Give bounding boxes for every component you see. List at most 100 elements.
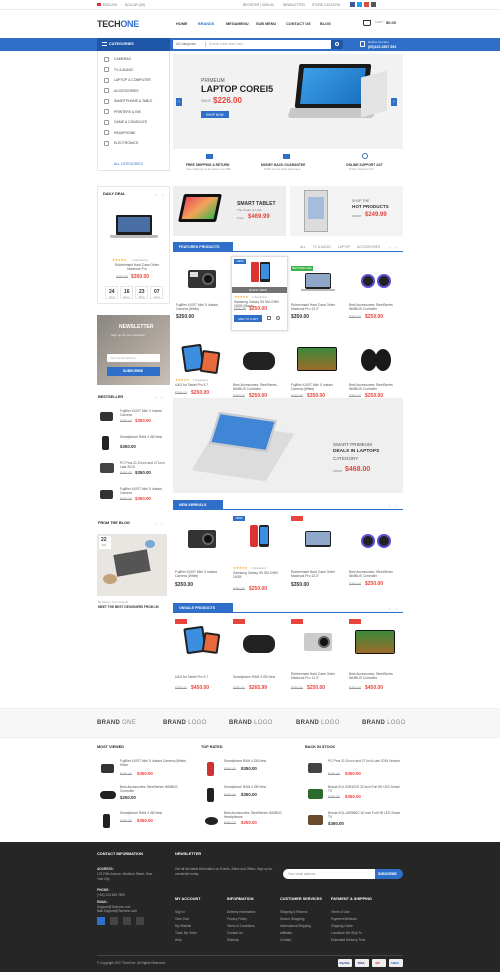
product-name[interactable]: Fujifilm X100T Mini X Instant Camera (Wh… [291, 383, 344, 391]
footer-link[interactable]: Track My Order [175, 931, 197, 936]
tab-all[interactable]: ALL [300, 245, 306, 250]
category-item[interactable]: PRINTERS & INK [98, 107, 171, 118]
footer-link[interactable]: Terms & Conditions [227, 924, 255, 929]
blog-next[interactable]: › [161, 521, 162, 526]
deals-banner[interactable]: SMART PRIMEUM DEALS IN LAPTOPS CATEGORY … [173, 398, 403, 493]
onsale-next[interactable]: › [396, 606, 397, 611]
register-link[interactable]: REGISTER | SIGN IN [243, 3, 274, 8]
product-name[interactable]: Rubbermaid Hard Case Order Macbook Pro 1… [291, 570, 344, 578]
product-card[interactable]: Rubbermaid Hard Case Order Macbook Pro 1… [289, 514, 346, 600]
bestseller-item[interactable]: Smartphone RAM 4 GB New $350.00 [97, 433, 170, 457]
logo[interactable]: TECHONE [97, 19, 139, 29]
footer-link[interactable]: Sitemap [227, 938, 239, 943]
bestseller-prev[interactable]: ‹ [155, 395, 156, 400]
slider-prev-arrow[interactable]: ‹ [176, 98, 182, 106]
product-name[interactable]: Best Accessories: SteelSeries NIMBUS Con… [233, 383, 286, 391]
category-item[interactable]: ELECTRONICS [98, 138, 171, 149]
nav-blog[interactable]: BLOG [320, 22, 331, 27]
footer-link[interactable]: Contact Us [227, 931, 243, 936]
product-card[interactable]: Best Accessories: SteelSeries NIMBUS Con… [347, 256, 404, 331]
product-name[interactable]: Best Accessories: SteelSeries NIMBUS Con… [349, 672, 402, 680]
facebook-icon[interactable] [110, 917, 118, 925]
product-card[interactable]: Best Accessories: SteelSeries NIMBUS Con… [347, 617, 404, 695]
footer-link[interactable]: Shipping & Returns [280, 910, 307, 915]
brand-logo[interactable]: BRAND LOGO [163, 720, 207, 726]
instagram-icon[interactable] [371, 2, 376, 7]
blog-title[interactable]: MEET THE BEST DESIGNERS FROM UK [98, 605, 159, 610]
nav-megamenu[interactable]: MEGAMENU [226, 22, 249, 27]
tab-tv-audio[interactable]: TV & AUDIO [313, 245, 331, 250]
google-icon[interactable] [364, 2, 369, 7]
category-item[interactable]: CAMERAS [98, 54, 171, 65]
facebook-icon[interactable] [350, 2, 355, 7]
onsale-prev[interactable]: ‹ [389, 606, 390, 611]
list-item[interactable]: Bravia KDL-40R550C 40 inch Full HD LED S… [305, 811, 403, 835]
category-item[interactable]: TV & AUDIO [98, 65, 171, 76]
search-category-select[interactable]: All Categories [176, 42, 196, 47]
item-name[interactable]: Fujifilm X100T Mini X Instant Camera [120, 409, 168, 417]
twitter-icon[interactable] [97, 917, 105, 925]
store-location-link[interactable]: STORE LOCATION [312, 3, 340, 8]
cart-icon[interactable] [363, 20, 371, 26]
deal-prev-arrow[interactable]: ‹ [156, 192, 157, 197]
twitter-icon[interactable] [357, 2, 362, 7]
category-item[interactable]: LAPTOP & COMPUTER [98, 75, 171, 86]
product-name[interactable]: Fujifilm X100T Mini X Instant Camera (Wh… [175, 570, 228, 578]
featured-next-arrow[interactable]: › [396, 245, 397, 250]
shop-now-button[interactable]: SHOP NOW [201, 111, 229, 118]
footer-link[interactable]: International Shipping [280, 924, 311, 929]
category-item[interactable]: HEADPHONE [98, 128, 171, 139]
nav-submenu[interactable]: SUB MENU [256, 22, 276, 27]
product-card[interactable]: NEW ★★★★★ 1 Review(s) Samsung Galaxy S5 … [231, 514, 288, 600]
list-item[interactable]: Smartphone RAM 4 GB New $450.00 $350.00 [201, 759, 296, 783]
add-to-cart-button[interactable]: ADD TO CART [234, 315, 262, 322]
wishlist-icon[interactable] [276, 316, 280, 320]
list-item[interactable]: Best Accessories: SteelSeries NIMBUS Con… [97, 785, 192, 809]
product-name[interactable]: Smartphone RAM 4 GB New [233, 675, 286, 679]
cart-total[interactable]: $0.00 [386, 20, 396, 25]
bestseller-item[interactable]: PC Pros 21.5 inch and 27 inch Late 2015 … [97, 459, 170, 483]
cart-label[interactable]: CART [375, 20, 383, 25]
deal-product-name[interactable]: Rubbermaid Hard Case Order Macbook Pro [108, 263, 166, 271]
promo-hot-banner[interactable]: SHOP THE HOT PRODUCTS FROM $249.99 [290, 186, 403, 236]
product-name[interactable]: UAG for Tablet Pro 9.7 [175, 383, 228, 387]
email-text-2[interactable]: Mail.Support@Techone.com [97, 909, 137, 914]
brand-logo[interactable]: BRAND LOGO [362, 720, 406, 726]
product-card[interactable]: Fujifilm X100T Mini X Instant Camera (Wh… [173, 514, 230, 600]
item-name[interactable]: Fujifilm X100T Mini X Instant Camera [120, 487, 168, 495]
product-card[interactable]: UAG for Tablet Pro 9.7 $750.00 $450.00 [173, 617, 230, 695]
search-button[interactable] [331, 40, 343, 49]
list-item[interactable]: Fujifilm X100T Mini X Instant Camera (Wh… [97, 759, 192, 783]
language-select[interactable]: ENGLISH [103, 3, 117, 8]
brand-logo[interactable]: BRAND LOGO [296, 720, 340, 726]
footer-link[interactable]: Terms of Use [331, 910, 350, 915]
search-input[interactable]: Search entire store here... [209, 42, 246, 47]
list-item[interactable]: Smartphone RAM 4 GB New $450.00 $350.00 [97, 811, 192, 835]
footer-link[interactable]: Shipping Guide [331, 924, 353, 929]
categories-toggle[interactable]: CATEGORIES [97, 38, 170, 51]
deal-next-arrow[interactable]: › [162, 192, 163, 197]
list-item[interactable]: PC Pros 21.5 inch and 27 inch Late 2015 … [305, 759, 403, 783]
footer-link[interactable]: Estimated Delivery Time [331, 938, 365, 943]
category-item[interactable]: SMARTPHONE & TABLE [98, 96, 171, 107]
footer-email-input[interactable]: Your email address [283, 869, 378, 879]
footer-link[interactable]: Secure Shopping [280, 917, 304, 922]
product-name[interactable]: Best Accessories: SteelSeries NIMBUS Con… [349, 570, 402, 578]
product-name[interactable]: UAG for Tablet Pro 9.7 [175, 675, 228, 679]
nav-home[interactable]: HOME [176, 22, 187, 27]
footer-link[interactable]: Delivery Information [227, 910, 255, 915]
tab-accessories[interactable]: ACCESSORIES [357, 245, 380, 250]
list-item[interactable]: Best Accessories: SteelSeries NIMBUS Hea… [201, 811, 296, 835]
product-card[interactable]: Best Accessories: SteelSeries NIMBUS Con… [347, 514, 404, 600]
newsletter-link[interactable]: NEWSLETTER [283, 3, 305, 8]
tab-laptop[interactable]: LAPTOP [338, 245, 351, 250]
slider-next-arrow[interactable]: › [391, 98, 397, 106]
footer-link[interactable]: Help [175, 938, 182, 943]
brand-logo[interactable]: BRAND LOGO [229, 720, 273, 726]
footer-link[interactable]: Privacy Policy [227, 917, 247, 922]
product-name[interactable]: Rubbermaid Hard Case Order Macbook Pro 1… [291, 672, 344, 680]
all-categories-link[interactable]: ALL CATEGORIES [114, 162, 143, 167]
product-name[interactable]: Rubbermaid Hard Case Order Macbook Pro 1… [291, 303, 344, 311]
footer-subscribe-button[interactable]: SUBSCRIBE [375, 869, 403, 879]
new-arrivals-prev[interactable]: ‹ [389, 503, 390, 508]
